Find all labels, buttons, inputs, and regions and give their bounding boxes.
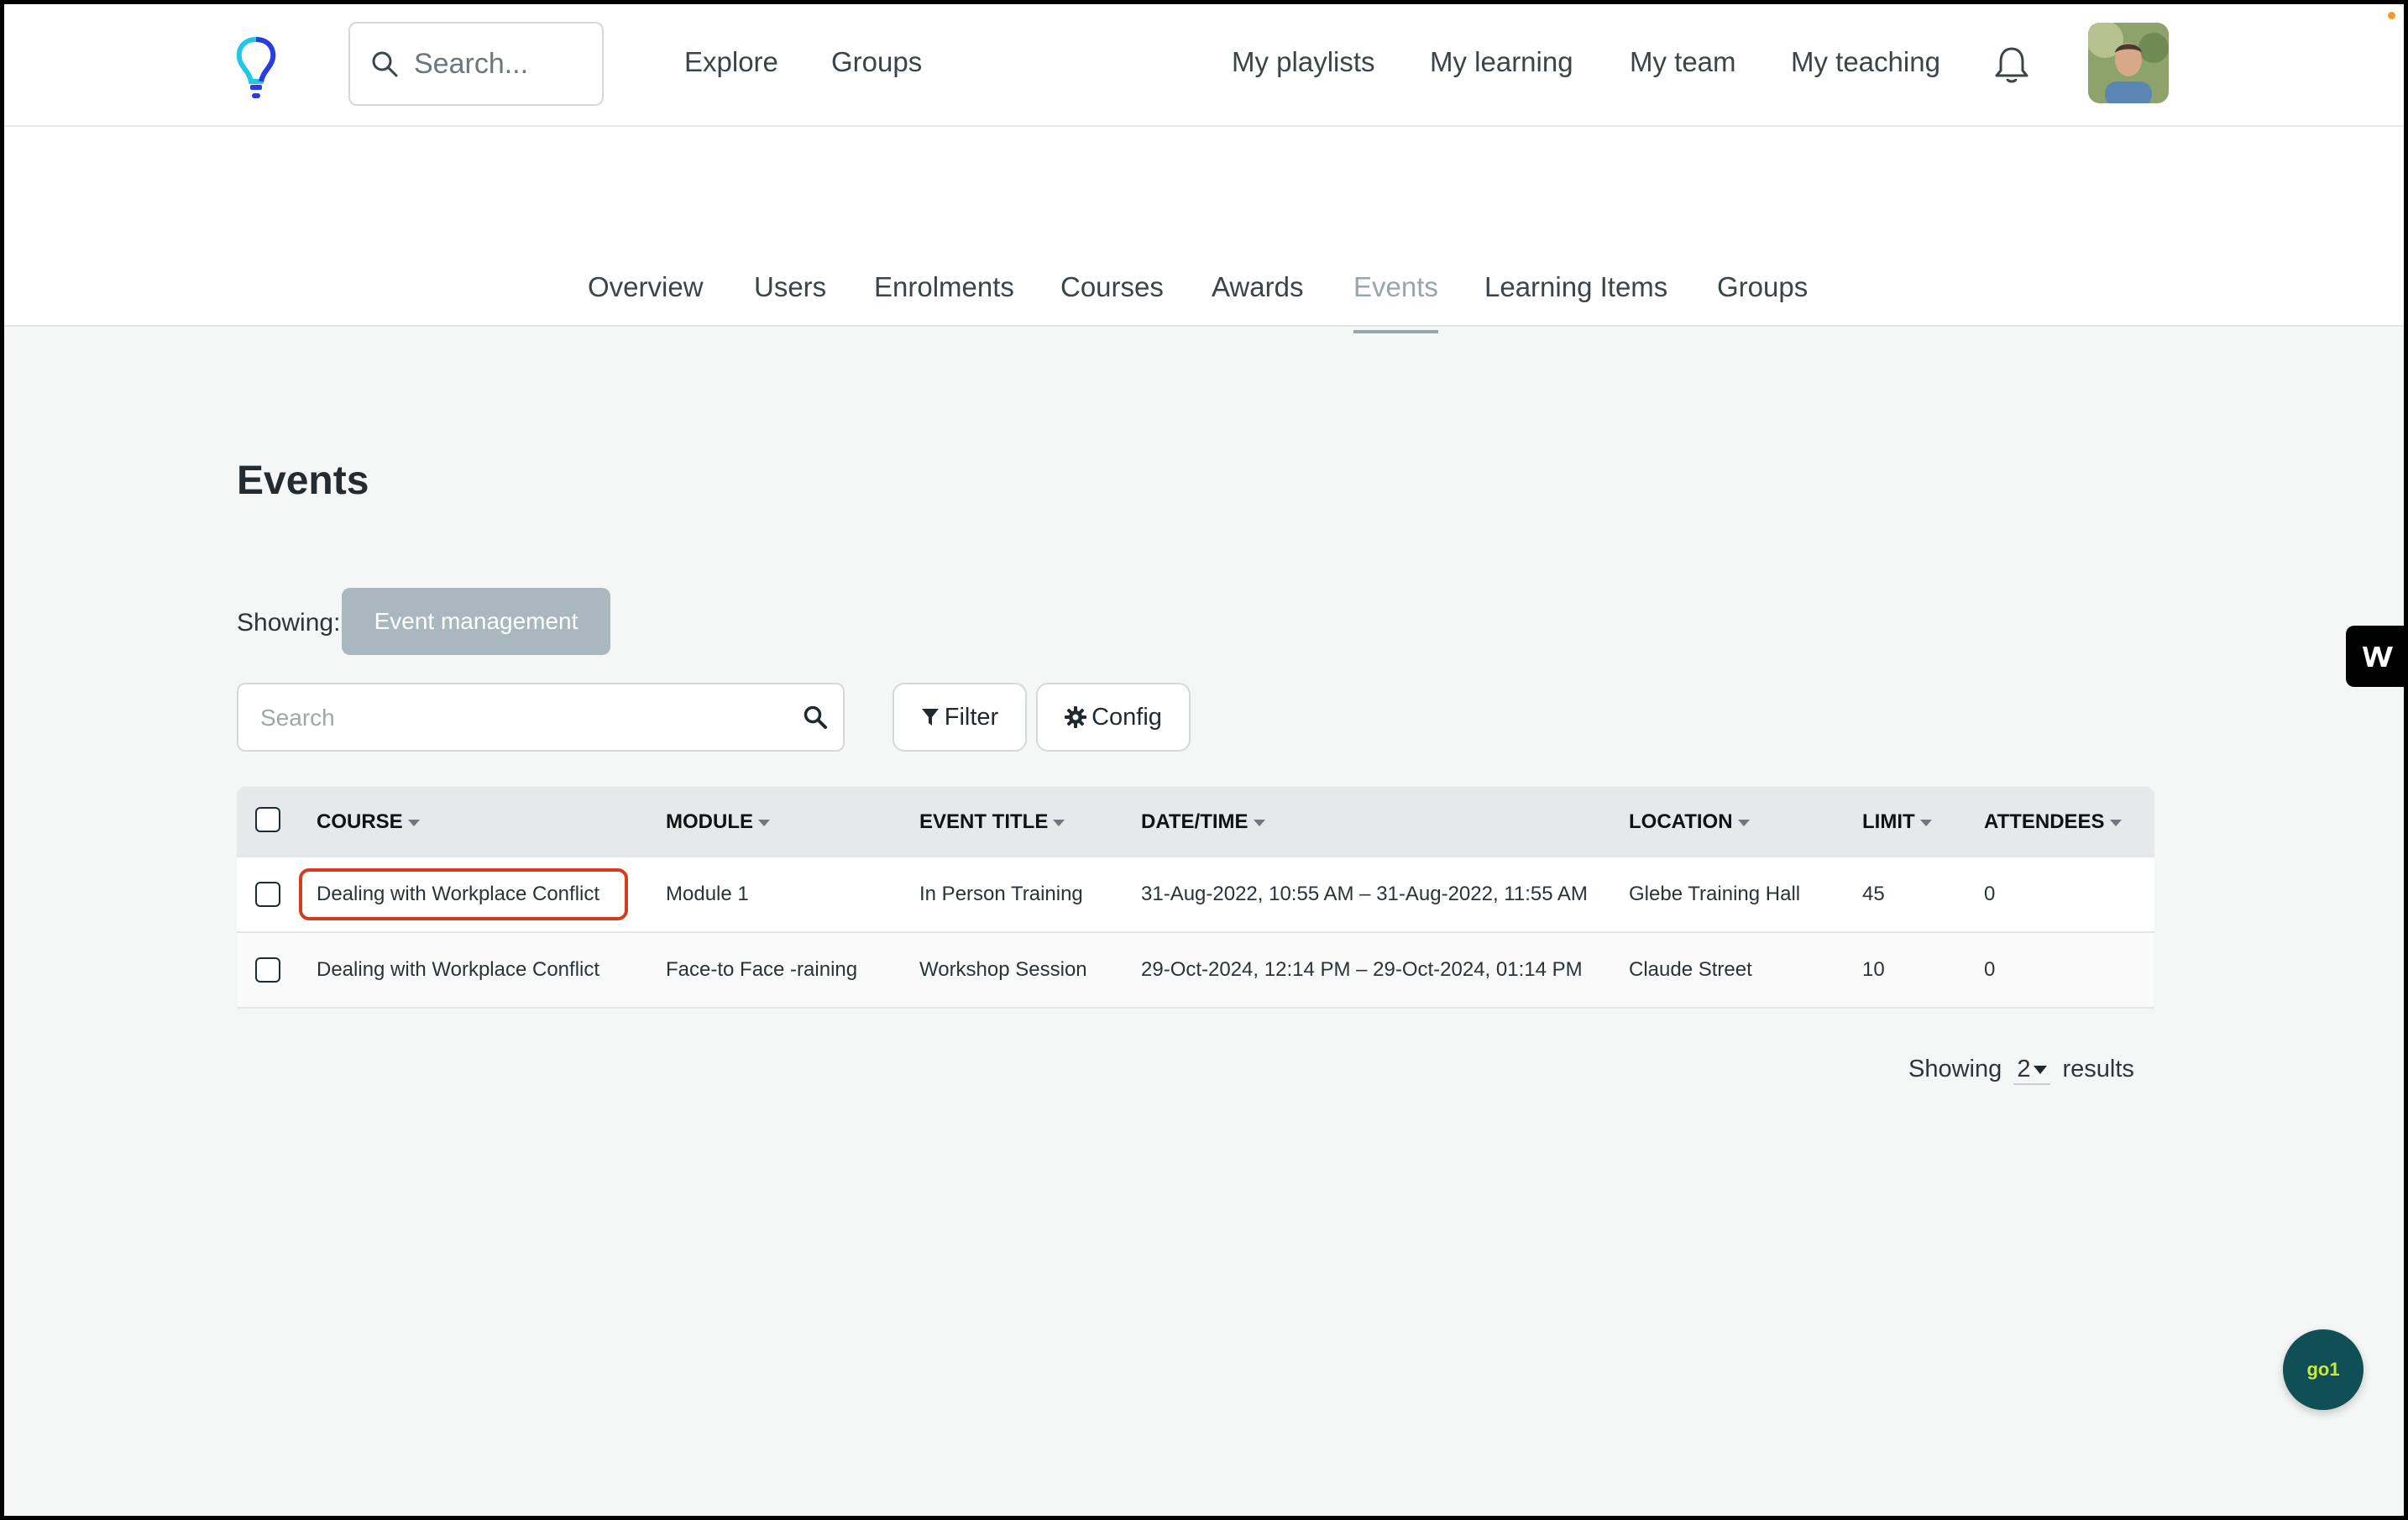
w-logo-icon xyxy=(2362,646,2393,667)
events-search-placeholder: Search xyxy=(260,705,335,731)
cell-datetime: 29-Oct-2024, 12:14 PM – 29-Oct-2024, 01:… xyxy=(1141,958,1583,981)
column-header-course[interactable]: COURSE xyxy=(317,810,420,834)
page-title: Events xyxy=(237,459,369,503)
column-header-module[interactable]: MODULE xyxy=(666,810,770,834)
cell-course-link[interactable]: Dealing with Workplace Conflict xyxy=(317,883,599,906)
sort-caret-icon xyxy=(1737,819,1750,826)
search-icon xyxy=(372,51,398,77)
column-header-limit[interactable]: LIMIT xyxy=(1862,810,1932,834)
select-all-checkbox[interactable] xyxy=(255,807,280,832)
filter-label: Filter xyxy=(944,703,999,731)
cell-event-title: In Person Training xyxy=(919,883,1083,905)
chevron-down-icon xyxy=(2034,1066,2048,1075)
tab-groups[interactable]: Groups xyxy=(1717,271,1808,303)
table-row[interactable]: Dealing with Workplace Conflict Module 1… xyxy=(237,857,2154,933)
events-search-input[interactable]: Search xyxy=(237,683,845,752)
cell-location: Claude Street xyxy=(1629,958,1752,981)
results-count-value: 2 xyxy=(2017,1056,2031,1082)
cell-location: Glebe Training Hall xyxy=(1629,883,1801,905)
nav-groups[interactable]: Groups xyxy=(831,46,922,78)
sort-caret-icon xyxy=(758,819,770,826)
column-header-attendees[interactable]: ATTENDEES xyxy=(1984,810,2122,834)
table-row[interactable]: Dealing with Workplace Conflict Face-to … xyxy=(237,933,2154,1009)
column-header-event-title[interactable]: EVENT TITLE xyxy=(919,810,1065,834)
row-checkbox[interactable] xyxy=(255,882,280,907)
tab-awards[interactable]: Awards xyxy=(1212,271,1303,303)
tab-overview[interactable]: Overview xyxy=(588,271,704,303)
tab-users[interactable]: Users xyxy=(754,271,826,303)
event-management-chip[interactable]: Event management xyxy=(342,588,610,655)
lightbulb-logo-icon[interactable] xyxy=(229,34,283,102)
tab-events[interactable]: Events xyxy=(1353,271,1438,333)
results-showing-label: Showing xyxy=(1908,1056,2002,1082)
table-body: Dealing with Workplace Conflict Module 1… xyxy=(237,857,2154,1009)
status-dot xyxy=(2388,12,2395,19)
config-label: Config xyxy=(1091,703,1162,731)
nav-explore[interactable]: Explore xyxy=(684,46,778,78)
global-search-input[interactable]: Search... xyxy=(348,22,604,106)
w-widget-tab[interactable] xyxy=(2346,626,2404,687)
global-search-placeholder: Search... xyxy=(414,47,529,80)
row-checkbox[interactable] xyxy=(255,957,280,983)
bell-icon[interactable] xyxy=(1992,44,2031,86)
nav-my-team[interactable]: My team xyxy=(1630,46,1736,78)
cell-datetime: 31-Aug-2022, 10:55 AM – 31-Aug-2022, 11:… xyxy=(1141,883,1588,905)
cell-attendees: 0 xyxy=(1984,958,1996,981)
nav-my-playlists[interactable]: My playlists xyxy=(1232,46,1375,78)
column-header-location[interactable]: LOCATION xyxy=(1629,810,1750,834)
cell-attendees: 0 xyxy=(1984,883,1996,905)
cell-course-link[interactable]: Dealing with Workplace Conflict xyxy=(317,958,599,982)
go1-chat-button[interactable]: go1 xyxy=(2283,1329,2364,1410)
tab-learning-items[interactable]: Learning Items xyxy=(1484,271,1667,303)
tab-enrolments[interactable]: Enrolments xyxy=(874,271,1014,303)
column-header-datetime[interactable]: DATE/TIME xyxy=(1141,810,1265,834)
avatar-image xyxy=(2088,23,2169,103)
sort-caret-icon xyxy=(407,819,420,826)
sort-caret-icon xyxy=(1253,819,1265,826)
nav-my-learning[interactable]: My learning xyxy=(1430,46,1573,78)
cell-module: Module 1 xyxy=(666,883,749,905)
cell-limit: 10 xyxy=(1862,958,1885,981)
tab-courses[interactable]: Courses xyxy=(1060,271,1164,303)
showing-label: Showing: xyxy=(237,609,341,637)
app-frame: Search... Explore Groups My playlists My… xyxy=(4,4,2404,1516)
top-navigation-bar: Search... Explore Groups My playlists My… xyxy=(4,4,2404,127)
cell-limit: 45 xyxy=(1862,883,1885,905)
sort-caret-icon xyxy=(1053,819,1065,826)
table-header: COURSE MODULE EVENT TITLE DATE/TIME LOCA… xyxy=(237,787,2154,857)
sort-caret-icon xyxy=(2109,819,2122,826)
filter-icon xyxy=(921,709,939,726)
cell-module: Face-to Face -raining xyxy=(666,958,858,981)
results-count-select[interactable]: 2 xyxy=(2013,1056,2051,1085)
avatar[interactable] xyxy=(2088,23,2169,103)
events-table: COURSE MODULE EVENT TITLE DATE/TIME LOCA… xyxy=(237,787,2154,1009)
admin-subnav: Overview Users Enrolments Courses Awards… xyxy=(4,127,2404,333)
sort-caret-icon xyxy=(1919,819,1932,826)
gear-icon xyxy=(1065,706,1087,728)
results-summary: Showing 2 results xyxy=(1908,1056,2134,1085)
cell-event-title: Workshop Session xyxy=(919,958,1087,981)
go1-label: go1 xyxy=(2306,1359,2340,1380)
search-icon[interactable] xyxy=(803,705,828,730)
filter-button[interactable]: Filter xyxy=(893,683,1027,752)
nav-my-teaching[interactable]: My teaching xyxy=(1791,46,1940,78)
results-label: results xyxy=(2062,1056,2134,1082)
config-button[interactable]: Config xyxy=(1036,683,1191,752)
